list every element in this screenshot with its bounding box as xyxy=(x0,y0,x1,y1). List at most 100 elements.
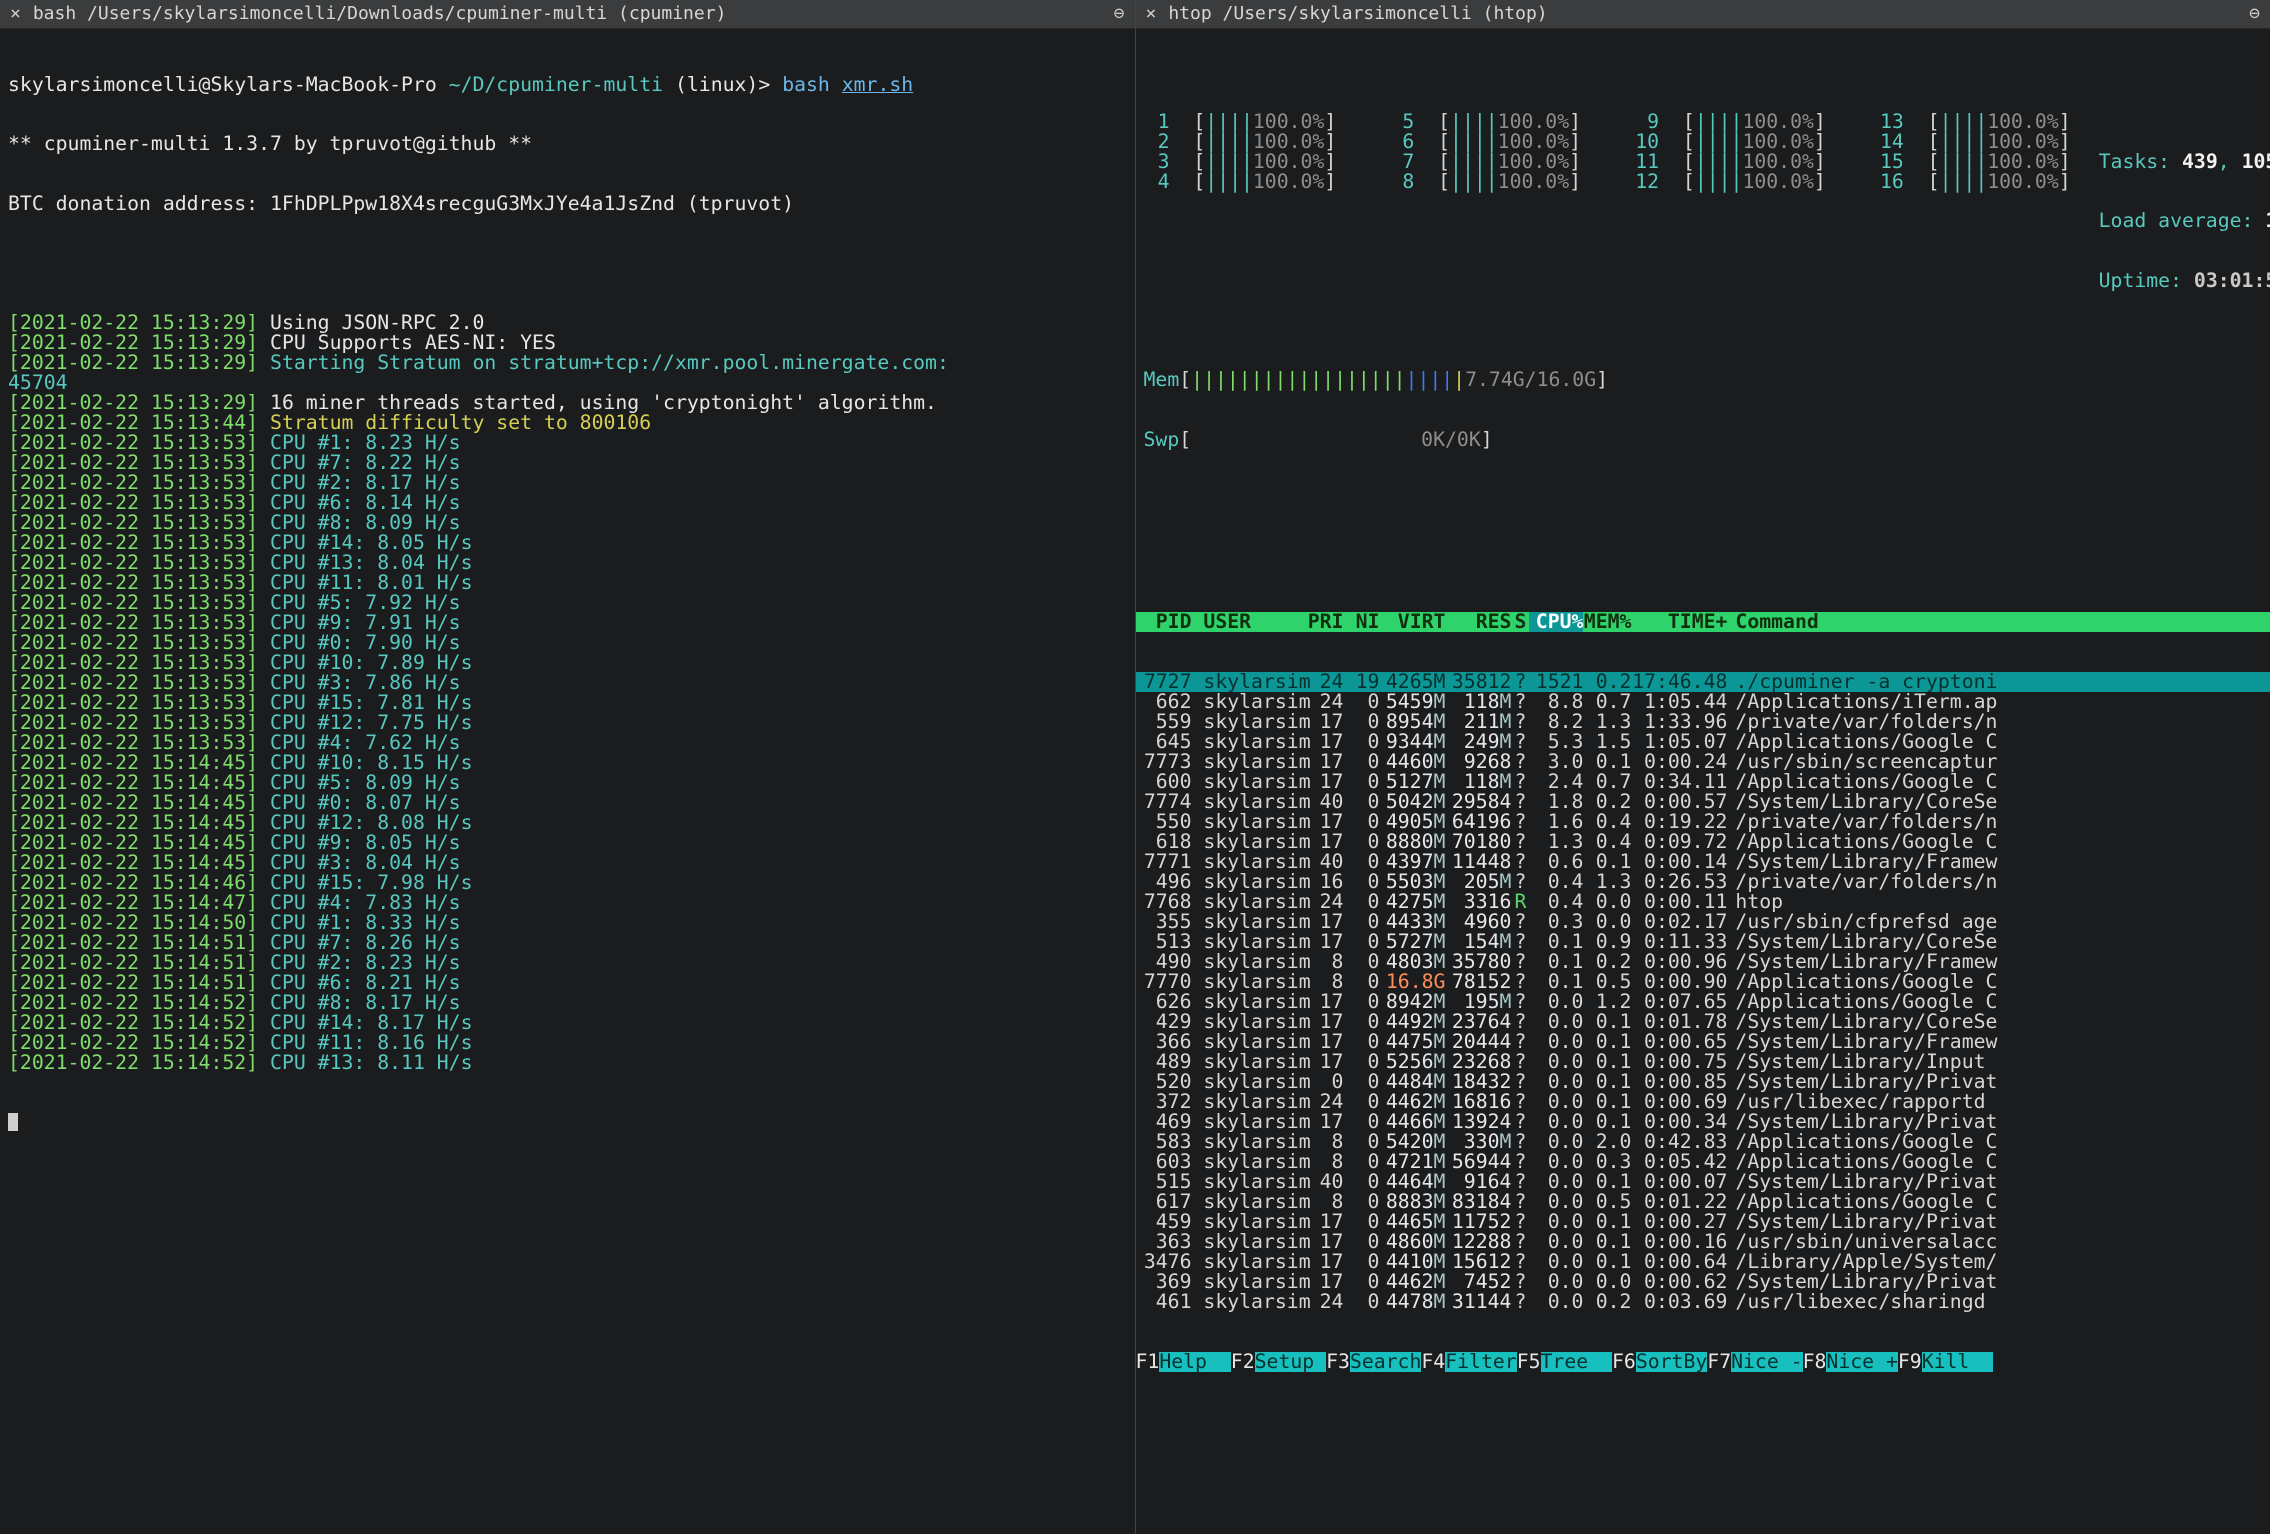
fkey-filter[interactable]: Filter xyxy=(1445,1352,1516,1372)
log-line: [2021-02-22 15:14:50] CPU #1: 8.33 H/s xyxy=(8,913,1127,933)
process-row[interactable]: 600 skylarsim1705127M118M?2.40.70:34.11/… xyxy=(1136,772,2270,792)
process-row[interactable]: 7774 skylarsim4005042M29584?1.80.20:00.5… xyxy=(1136,792,2270,812)
log-line: [2021-02-22 15:14:45] CPU #3: 8.04 H/s xyxy=(8,853,1127,873)
log-line: [2021-02-22 15:13:53] CPU #5: 7.92 H/s xyxy=(8,593,1127,613)
right-tabbar: × htop /Users/skylarsimoncelli (htop) ⊖ xyxy=(1136,0,2270,29)
tasks-sep: , xyxy=(2218,150,2230,173)
threads-count: 1059 xyxy=(2242,150,2270,173)
process-row[interactable]: 626 skylarsim1708942M195M?0.01.20:07.65/… xyxy=(1136,992,2270,1012)
process-row[interactable]: 7771 skylarsim4004397M11448?0.60.10:00.1… xyxy=(1136,852,2270,872)
uptime-label: Uptime: xyxy=(2099,269,2182,292)
fkey-kill[interactable]: Kill xyxy=(1922,1352,1993,1372)
mem-bar: |||| xyxy=(1406,368,1454,391)
fkey-nice -[interactable]: Nice - xyxy=(1731,1352,1802,1372)
fkey-label: F4 xyxy=(1421,1352,1445,1372)
process-row[interactable]: 469 skylarsim1704466M13924?0.00.10:00.34… xyxy=(1136,1112,2270,1132)
mem-meter: Mem[|||||||||||||||||||||||7.74G/16.0G] xyxy=(1144,370,2263,390)
pane-menu-icon[interactable]: ⊖ xyxy=(1114,5,1125,23)
log-line: [2021-02-22 15:13:53] CPU #11: 8.01 H/s xyxy=(8,573,1127,593)
swp-total: 0K xyxy=(1457,428,1481,451)
cursor-icon xyxy=(8,1113,18,1131)
prompt-context: (linux) xyxy=(675,73,758,96)
log-line: [2021-02-22 15:13:53] CPU #3: 7.86 H/s xyxy=(8,673,1127,693)
process-row[interactable]: 7727 skylarsim24194265M35812?15210.217:4… xyxy=(1136,672,2270,692)
process-row[interactable]: 662 skylarsim2405459M118M?8.80.71:05.44/… xyxy=(1136,692,2270,712)
function-keys: F1Help F2Setup F3SearchF4FilterF5Tree F6… xyxy=(1136,1352,2270,1372)
fkey-nice +[interactable]: Nice + xyxy=(1826,1352,1897,1372)
fkey-sortby[interactable]: SortBy xyxy=(1636,1352,1707,1372)
process-row[interactable]: 429 skylarsim1704492M23764?0.00.10:01.78… xyxy=(1136,1012,2270,1032)
log-line: [2021-02-22 15:13:53] CPU #1: 8.23 H/s xyxy=(8,433,1127,453)
cpu-meters: 1 [||||100.0%]2 [||||100.0%]3 [||||100.0… xyxy=(1144,112,2071,330)
log-line: [2021-02-22 15:13:53] CPU #15: 7.81 H/s xyxy=(8,693,1127,713)
fkey-search[interactable]: Search xyxy=(1350,1352,1421,1372)
log-line: [2021-02-22 15:14:51] CPU #2: 8.23 H/s xyxy=(8,953,1127,973)
process-row[interactable]: 515 skylarsim4004464M9164?0.00.10:00.07/… xyxy=(1136,1172,2270,1192)
right-terminal[interactable]: 1 [||||100.0%]2 [||||100.0%]3 [||||100.0… xyxy=(1136,29,2270,1534)
process-row[interactable]: 7773 skylarsim1704460M9268?3.00.10:00.24… xyxy=(1136,752,2270,772)
process-row[interactable]: 366 skylarsim1704475M20444?0.00.10:00.65… xyxy=(1136,1032,2270,1052)
process-row[interactable]: 603 skylarsim804721M56944?0.00.30:05.42/… xyxy=(1136,1152,2270,1172)
log-line: [2021-02-22 15:13:29] Starting Stratum o… xyxy=(8,353,1127,373)
cpu-meter: 10 [||||100.0%] xyxy=(1633,132,1826,152)
process-row[interactable]: 369 skylarsim1704462M7452?0.00.00:00.62/… xyxy=(1136,1272,2270,1292)
process-row[interactable]: 645 skylarsim1709344M249M?5.31.51:05.07/… xyxy=(1136,732,2270,752)
log-line: [2021-02-22 15:13:53] CPU #6: 8.14 H/s xyxy=(8,493,1127,513)
process-row[interactable]: 583 skylarsim805420M330M?0.02.00:42.83/A… xyxy=(1136,1132,2270,1152)
cpu-meter: 12 [||||100.0%] xyxy=(1633,172,1826,192)
loadavg-1: 19.62 xyxy=(2265,209,2270,232)
process-row[interactable]: 513 skylarsim1705727M154M?0.10.90:11.33/… xyxy=(1136,932,2270,952)
cpu-meter: 7 [||||100.0%] xyxy=(1388,152,1581,172)
cpu-meter: 1 [||||100.0%] xyxy=(1144,112,1337,132)
fkey-label: F2 xyxy=(1231,1352,1255,1372)
log-line: [2021-02-22 15:13:29] Using JSON-RPC 2.0 xyxy=(8,313,1127,333)
left-terminal[interactable]: skylarsimoncelli@Skylars-MacBook-Pro ~/D… xyxy=(0,29,1135,1534)
htop-header: 1 [||||100.0%]2 [||||100.0%]3 [||||100.0… xyxy=(1136,69,2270,553)
process-row[interactable]: 559 skylarsim1708954M211M?8.21.31:33.96/… xyxy=(1136,712,2270,732)
left-tabbar: × bash /Users/skylarsimoncelli/Downloads… xyxy=(0,0,1135,29)
fkey-setup[interactable]: Setup xyxy=(1255,1352,1326,1372)
prompt-user-host: skylarsimoncelli@Skylars-MacBook-Pro xyxy=(8,73,437,96)
pane-menu-icon[interactable]: ⊖ xyxy=(2249,5,2260,23)
close-icon[interactable]: × xyxy=(1146,5,1157,23)
process-row[interactable]: 363 skylarsim1704860M12288?0.00.10:00.16… xyxy=(1136,1232,2270,1252)
process-row[interactable]: 7768 skylarsim2404275M3316R0.40.00:00.11… xyxy=(1136,892,2270,912)
cpu-meter: 2 [||||100.0%] xyxy=(1144,132,1337,152)
cpu-meter: 16 [||||100.0%] xyxy=(1878,172,2071,192)
fkey-tree[interactable]: Tree xyxy=(1541,1352,1612,1372)
log-line: [2021-02-22 15:14:47] CPU #4: 7.83 H/s xyxy=(8,893,1127,913)
log-line: [2021-02-22 15:14:45] CPU #12: 8.08 H/s xyxy=(8,813,1127,833)
close-icon[interactable]: × xyxy=(10,5,21,23)
process-row[interactable]: 550 skylarsim1704905M64196?1.60.40:19.22… xyxy=(1136,812,2270,832)
process-row[interactable]: 617 skylarsim808883M83184?0.00.50:01.22/… xyxy=(1136,1192,2270,1212)
process-row[interactable]: 355 skylarsim1704433M4960?0.30.00:02.17/… xyxy=(1136,912,2270,932)
process-row[interactable]: 496 skylarsim1605503M205M?0.41.30:26.53/… xyxy=(1136,872,2270,892)
process-row[interactable]: 7770 skylarsim8016.8G78152?0.10.50:00.90… xyxy=(1136,972,2270,992)
process-row[interactable]: 461 skylarsim2404478M31144?0.00.20:03.69… xyxy=(1136,1292,2270,1312)
log-line: [2021-02-22 15:14:45] CPU #0: 8.07 H/s xyxy=(8,793,1127,813)
process-row[interactable]: 459 skylarsim1704465M11752?0.00.10:00.27… xyxy=(1136,1212,2270,1232)
process-row[interactable]: 3476 skylarsim1704410M15612?0.00.10:00.6… xyxy=(1136,1252,2270,1272)
log-line: [2021-02-22 15:13:53] CPU #8: 8.09 H/s xyxy=(8,513,1127,533)
log-line: [2021-02-22 15:13:29] CPU Supports AES-N… xyxy=(8,333,1127,353)
fkey-label: F8 xyxy=(1803,1352,1827,1372)
mem-bar: | xyxy=(1453,368,1465,391)
process-row[interactable]: 520 skylarsim004484M18432?0.00.10:00.85/… xyxy=(1136,1072,2270,1092)
log-line: [2021-02-22 15:13:53] CPU #9: 7.91 H/s xyxy=(8,613,1127,633)
cpu-meter: 3 [||||100.0%] xyxy=(1144,152,1337,172)
process-row[interactable]: 489 skylarsim1705256M23268?0.00.10:00.75… xyxy=(1136,1052,2270,1072)
process-row[interactable]: 490 skylarsim804803M35780?0.10.20:00.96/… xyxy=(1136,952,2270,972)
log-line: [2021-02-22 15:14:45] CPU #5: 8.09 H/s xyxy=(8,773,1127,793)
process-row[interactable]: 618 skylarsim1708880M70180?1.30.40:09.72… xyxy=(1136,832,2270,852)
log-line: [2021-02-22 15:14:45] CPU #9: 8.05 H/s xyxy=(8,833,1127,853)
system-info: Tasks: 439, 1059 thr; 16 running Load av… xyxy=(2099,112,2270,330)
process-header[interactable]: PID USERPRINIVIRTRESSCPU%MEM%TIME+Comman… xyxy=(1136,612,2270,632)
fkey-help[interactable]: Help xyxy=(1159,1352,1230,1372)
right-pane: × htop /Users/skylarsimoncelli (htop) ⊖ … xyxy=(1135,0,2270,1534)
process-row[interactable]: 372 skylarsim2404462M16816?0.00.10:00.69… xyxy=(1136,1092,2270,1112)
log-line: [2021-02-22 15:13:53] CPU #7: 8.22 H/s xyxy=(8,453,1127,473)
log-line: [2021-02-22 15:13:53] CPU #13: 8.04 H/s xyxy=(8,553,1127,573)
process-list[interactable]: 7727 skylarsim24194265M35812?15210.217:4… xyxy=(1136,672,2270,1312)
log-line: [2021-02-22 15:14:51] CPU #7: 8.26 H/s xyxy=(8,933,1127,953)
log-line: [2021-02-22 15:13:44] Stratum difficulty… xyxy=(8,413,1127,433)
